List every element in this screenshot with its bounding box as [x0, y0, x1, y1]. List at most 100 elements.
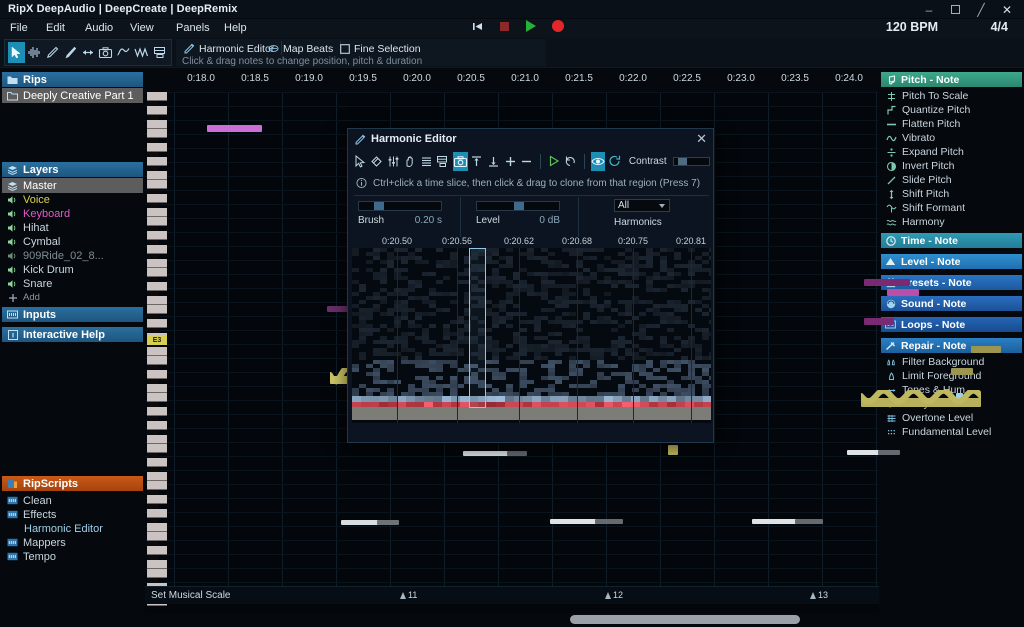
panel-loops-note[interactable]: Loops - Note	[881, 317, 1022, 332]
harmonic-editor-dialog[interactable]: Harmonic Editor ✕	[347, 128, 714, 443]
stretch-tool-icon[interactable]	[80, 42, 97, 63]
panel-pitch-note[interactable]: Pitch - Note	[881, 72, 1022, 87]
note-block[interactable]	[207, 125, 262, 132]
brush-slider[interactable]	[358, 201, 442, 211]
pointer-tool-icon[interactable]	[8, 42, 25, 63]
timeline-ruler[interactable]: 0:18.0 0:18.5 0:19.0 0:19.5 0:20.0 0:20.…	[145, 68, 879, 92]
piano-keyboard[interactable]	[145, 92, 167, 604]
note-block[interactable]	[864, 318, 894, 325]
note-block[interactable]	[507, 451, 527, 456]
note-block[interactable]	[795, 519, 823, 524]
dialog-title-bar[interactable]: Harmonic Editor	[348, 129, 713, 149]
action-pitch-to-scale[interactable]: Pitch To Scale	[881, 89, 1022, 103]
speaker-icon[interactable]	[7, 222, 18, 233]
pencil-tool-icon[interactable]	[44, 42, 61, 63]
level-slider[interactable]	[476, 201, 560, 211]
record-icon[interactable]	[551, 19, 565, 33]
time-signature-display[interactable]: 4/4	[991, 20, 1008, 34]
action-invert-pitch[interactable]: Invert Pitch	[881, 159, 1022, 173]
section-interactive-help[interactable]: Interactive Help	[2, 327, 143, 342]
menu-help[interactable]: Help	[224, 22, 247, 34]
vibrato-tool-icon[interactable]	[133, 42, 150, 63]
ripscript-item-harmonic-editor[interactable]: Harmonic Editor	[2, 521, 143, 536]
camera-tool-icon[interactable]	[97, 42, 114, 63]
undo-icon[interactable]	[563, 152, 578, 171]
layer-item-cymbal[interactable]: Cymbal	[2, 234, 143, 249]
note-block[interactable]	[951, 368, 973, 375]
layer-item-master[interactable]: Master	[2, 178, 143, 193]
lower-tool-icon[interactable]	[486, 152, 501, 171]
speaker-icon[interactable]	[7, 278, 18, 289]
note-block[interactable]	[377, 520, 399, 525]
menu-audio[interactable]: Audio	[85, 22, 113, 34]
action-overtone-level[interactable]: Overtone Level	[881, 411, 1022, 425]
layer-item-voice[interactable]: Voice	[2, 192, 143, 207]
ripscript-item-clean[interactable]: Clean	[2, 493, 143, 508]
rip-item-deeply-creative-part-1[interactable]: Deeply Creative Part 1	[2, 88, 143, 103]
brush-control[interactable]: Brush 0.20 s	[358, 201, 442, 233]
play-icon[interactable]	[524, 19, 538, 33]
remove-tool-icon[interactable]	[519, 152, 534, 171]
note-block[interactable]	[878, 450, 900, 455]
scrollbar-thumb[interactable]	[570, 615, 800, 624]
note-block[interactable]	[668, 445, 678, 455]
action-flatten-pitch[interactable]: Flatten Pitch	[881, 117, 1022, 131]
layer-item-kick-drum[interactable]: Kick Drum	[2, 262, 143, 277]
note-block[interactable]	[864, 279, 910, 286]
section-rips[interactable]: Rips	[2, 72, 143, 87]
speaker-icon[interactable]	[7, 194, 18, 205]
panel-sound-note[interactable]: Sound - Note	[881, 296, 1022, 311]
pointer-tool-icon[interactable]	[353, 152, 368, 171]
menu-edit[interactable]: Edit	[46, 22, 65, 34]
visibility-eye-icon[interactable]	[591, 152, 606, 171]
restore-icon[interactable]: ╱	[968, 0, 994, 19]
hand-tool-icon[interactable]	[403, 152, 418, 171]
menu-view[interactable]: View	[130, 22, 154, 34]
refresh-icon[interactable]	[607, 152, 622, 171]
paint-tool-icon[interactable]	[62, 42, 79, 63]
layer-item-add[interactable]: Add	[2, 290, 143, 305]
eraser-tool-icon[interactable]	[370, 152, 385, 171]
maximize-icon[interactable]	[942, 0, 968, 19]
close-icon[interactable]: ✕	[994, 0, 1020, 19]
tab-map-beats[interactable]: Map Beats	[268, 41, 333, 56]
note-block[interactable]	[752, 519, 800, 524]
action-expand-pitch[interactable]: Expand Pitch	[881, 145, 1022, 159]
tab-harmonic-editor[interactable]: Harmonic Editor	[184, 41, 274, 56]
tab-fine-selection[interactable]: Fine Selection	[339, 41, 421, 56]
bpm-display[interactable]: 120 BPM	[886, 20, 938, 34]
chevron-down-icon[interactable]	[659, 204, 665, 208]
section-layers[interactable]: Layers	[2, 162, 143, 177]
speaker-icon[interactable]	[7, 236, 18, 247]
layer-item-909ride[interactable]: 909Ride_02_8...	[2, 248, 143, 263]
note-block[interactable]	[887, 289, 919, 296]
action-shift-pitch[interactable]: Shift Pitch	[881, 187, 1022, 201]
stop-icon[interactable]	[497, 19, 511, 33]
ripscript-item-tempo[interactable]: Tempo	[2, 549, 143, 564]
checkbox-icon[interactable]	[339, 43, 350, 54]
layer-item-hihat[interactable]: Hihat	[2, 220, 143, 235]
action-vibrato[interactable]: Vibrato	[881, 131, 1022, 145]
action-shift-formant[interactable]: Shift Formant	[881, 201, 1022, 215]
level-slider-knob[interactable]	[514, 202, 524, 210]
set-musical-scale-button[interactable]: Set Musical Scale	[151, 590, 230, 601]
ripscript-item-mappers[interactable]: Mappers	[2, 535, 143, 550]
menu-file[interactable]: File	[10, 22, 28, 34]
action-harmony[interactable]: Harmony	[881, 215, 1022, 229]
sliders-tool-icon[interactable]	[386, 152, 401, 171]
contrast-slider[interactable]	[673, 157, 710, 166]
action-filter-background[interactable]: Filter Background	[881, 355, 1022, 369]
spectrogram-view[interactable]	[352, 248, 711, 423]
play-icon[interactable]	[547, 152, 562, 171]
time-slice-selection[interactable]	[469, 248, 486, 408]
waveform-tool-icon[interactable]	[26, 42, 43, 63]
speaker-icon[interactable]	[7, 250, 18, 261]
brush-slider-knob[interactable]	[374, 202, 384, 210]
harmonics-select[interactable]: All	[614, 199, 670, 212]
action-fundamental-level[interactable]: Fundamental Level	[881, 425, 1022, 439]
curve-tool-icon[interactable]	[115, 42, 132, 63]
speaker-icon[interactable]	[7, 264, 18, 275]
action-quantize-pitch[interactable]: Quantize Pitch	[881, 103, 1022, 117]
region-tool-icon[interactable]	[436, 152, 451, 171]
horizontal-scrollbar[interactable]	[145, 613, 879, 627]
